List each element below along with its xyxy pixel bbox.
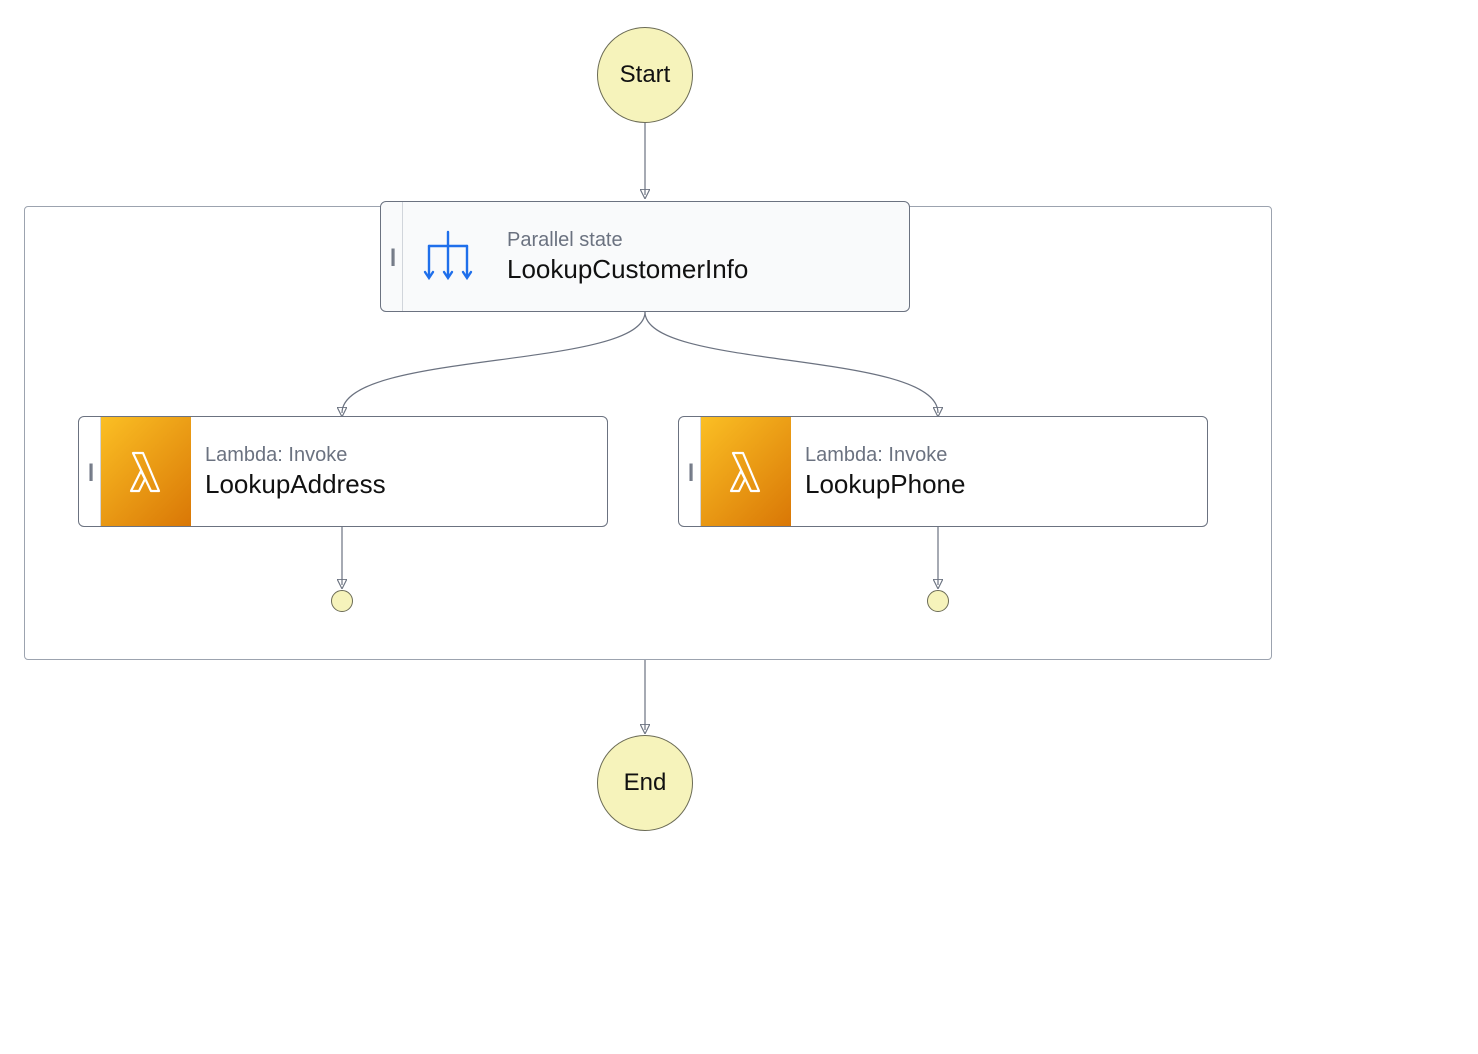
drag-handle-icon[interactable]: || — [79, 417, 101, 526]
branch-right-terminal — [927, 590, 949, 612]
workflow-canvas: Start || — [0, 0, 1478, 1054]
branch-left-node[interactable]: || Lambda: Invoke LookupAddress — [78, 416, 608, 527]
branch-left-category: Lambda: Invoke — [205, 444, 607, 467]
end-terminal[interactable]: End — [597, 735, 693, 831]
branch-right-title: LookupPhone — [805, 469, 1207, 500]
branch-right-text: Lambda: Invoke LookupPhone — [791, 417, 1207, 526]
parallel-header-node[interactable]: || Parallel sta — [380, 201, 910, 312]
lambda-icon — [701, 417, 791, 526]
branch-left-title: LookupAddress — [205, 469, 607, 500]
branch-right-category: Lambda: Invoke — [805, 444, 1207, 467]
branch-left-text: Lambda: Invoke LookupAddress — [191, 417, 607, 526]
branch-right-node[interactable]: || Lambda: Invoke LookupPhone — [678, 416, 1208, 527]
lambda-icon — [101, 417, 191, 526]
start-label: Start — [620, 61, 671, 89]
branch-left-terminal — [331, 590, 353, 612]
start-terminal[interactable]: Start — [597, 27, 693, 123]
parallel-title: LookupCustomerInfo — [507, 254, 909, 285]
parallel-text: Parallel state LookupCustomerInfo — [493, 202, 909, 311]
drag-handle-icon[interactable]: || — [381, 202, 403, 311]
drag-handle-icon[interactable]: || — [679, 417, 701, 526]
end-label: End — [624, 769, 667, 797]
parallel-category: Parallel state — [507, 229, 909, 252]
parallel-icon — [403, 202, 493, 311]
